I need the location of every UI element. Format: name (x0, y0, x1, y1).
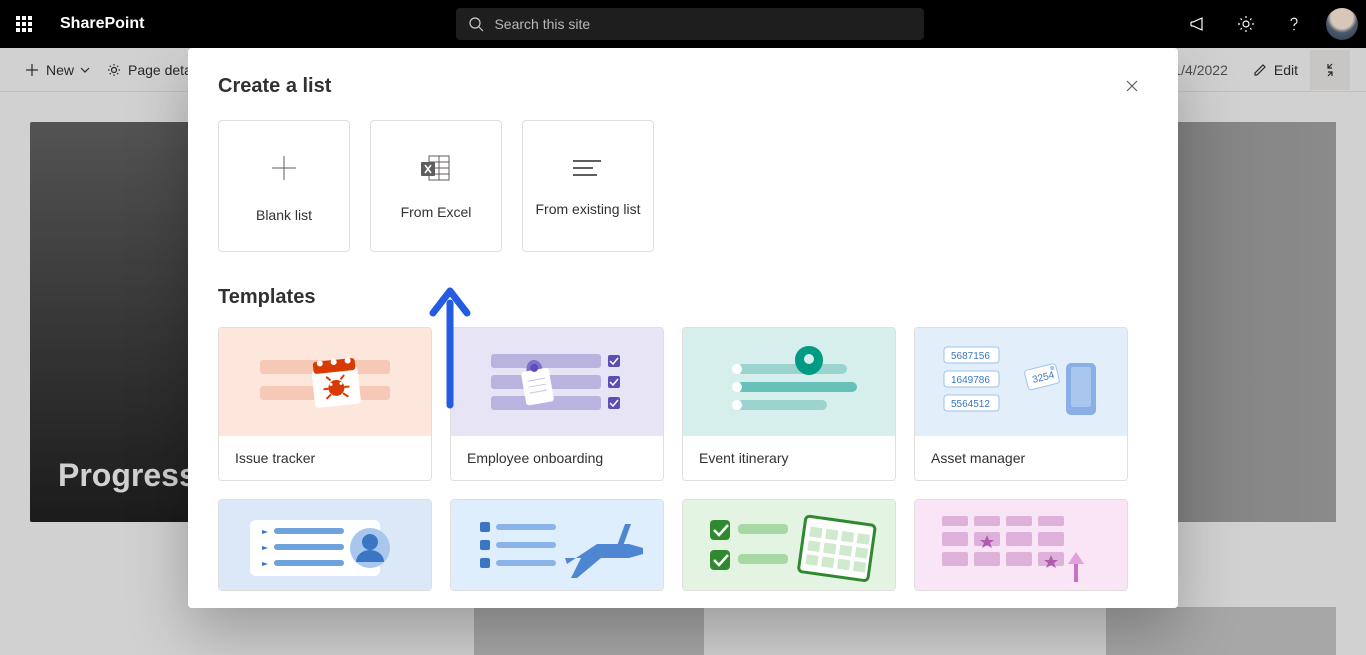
template-thumb: 5687156 1649786 5564512 3254 (915, 328, 1127, 436)
suite-bar: SharePoint (0, 0, 1366, 48)
svg-text:5687156: 5687156 (951, 351, 990, 362)
settings-button[interactable] (1222, 0, 1270, 48)
svg-text:1649786: 1649786 (951, 375, 990, 386)
excel-icon (419, 153, 453, 186)
svg-text:5564512: 5564512 (951, 399, 990, 410)
megaphone-icon (1188, 14, 1208, 34)
from-existing-list-option[interactable]: From existing list (522, 120, 654, 252)
search-input[interactable] (494, 16, 912, 32)
template-work-progress-tracker[interactable] (682, 499, 896, 591)
create-list-dialog: Create a list Blank list From Excel (188, 48, 1178, 608)
template-recruitment-tracker[interactable] (218, 499, 432, 591)
template-thumb (451, 500, 663, 591)
megaphone-button[interactable] (1174, 0, 1222, 48)
template-thumb (683, 328, 895, 436)
templates-heading: Templates (218, 278, 1148, 327)
template-thumb (219, 500, 431, 591)
blank-list-option[interactable]: Blank list (218, 120, 350, 252)
plus-icon (266, 150, 302, 189)
waffle-icon (16, 16, 32, 32)
template-asset-manager[interactable]: 5687156 1649786 5564512 3254 Asset manag… (914, 327, 1128, 481)
template-label: Event itinerary (683, 436, 895, 480)
template-issue-tracker[interactable]: Issue tracker (218, 327, 432, 481)
avatar (1326, 8, 1358, 40)
option-label: From Excel (401, 204, 472, 220)
search-box[interactable] (456, 8, 924, 40)
template-thumb (219, 328, 431, 436)
template-thumb (683, 500, 895, 591)
template-travel-requests[interactable] (450, 499, 664, 591)
template-thumb (915, 500, 1127, 591)
option-label: Blank list (256, 207, 312, 223)
close-button[interactable] (1116, 70, 1148, 102)
template-employee-onboarding[interactable]: Employee onboarding (450, 327, 664, 481)
search-icon (468, 16, 484, 32)
template-thumb (451, 328, 663, 436)
template-event-itinerary[interactable]: Event itinerary (682, 327, 896, 481)
option-label: From existing list (535, 201, 640, 217)
gear-icon (1236, 14, 1256, 34)
help-button[interactable] (1270, 0, 1318, 48)
app-launcher-button[interactable] (0, 0, 48, 48)
template-label: Issue tracker (219, 436, 431, 480)
help-icon (1284, 14, 1304, 34)
template-label: Employee onboarding (451, 436, 663, 480)
brand-label[interactable]: SharePoint (48, 15, 156, 33)
dialog-title: Create a list (218, 75, 331, 98)
from-excel-option[interactable]: From Excel (370, 120, 502, 252)
template-label: Asset manager (915, 436, 1127, 480)
list-icon (571, 156, 605, 183)
account-button[interactable] (1318, 0, 1366, 48)
template-content-scheduler[interactable] (914, 499, 1128, 591)
close-icon (1125, 79, 1139, 93)
